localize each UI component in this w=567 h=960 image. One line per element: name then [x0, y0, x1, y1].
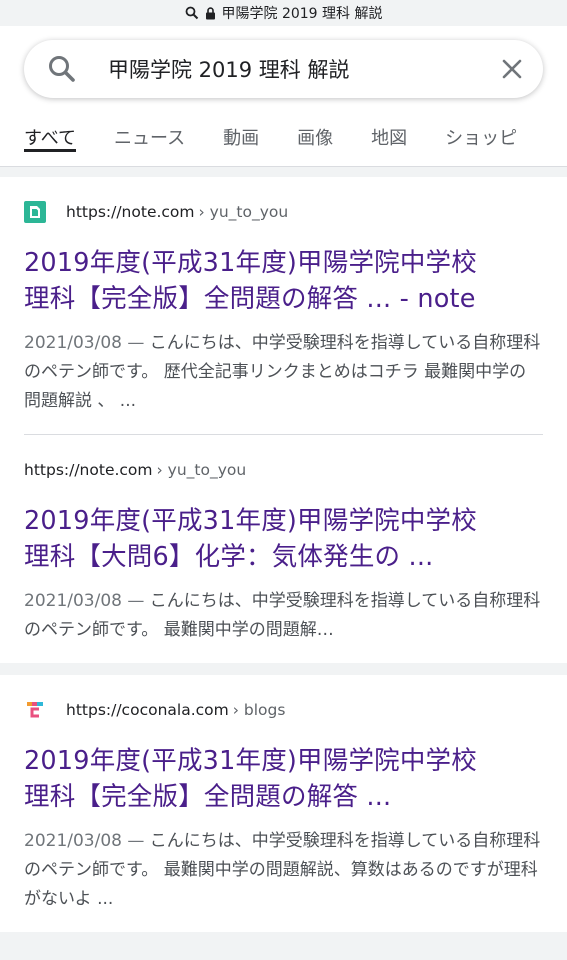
result-date: 2021/03/08 —	[24, 591, 145, 611]
result-domain: https://note.com	[24, 461, 153, 479]
result-title-line2[interactable]: 理科【完全版】全問題の解答 ... - note	[24, 281, 543, 317]
note-favicon-icon	[24, 201, 46, 223]
result-title-line2[interactable]: 理科【大問6】化学：気体発生の ...	[24, 539, 543, 575]
result-title-line1[interactable]: 2019年度(平成31年度)甲陽学院中学校	[24, 743, 543, 779]
tab-shopping[interactable]: ショッピ	[445, 108, 517, 166]
result-title[interactable]: 2019年度(平成31年度)甲陽学院中学校 理科【完全版】全問題の解答 ... …	[24, 245, 543, 317]
tab-all[interactable]: すべて	[24, 108, 77, 166]
address-bar-text: 甲陽学院 2019 理科 解説	[221, 6, 383, 22]
search-tabs: すべて ニュース 動画 画像 地図 ショッピ	[0, 108, 567, 166]
result-snippet: 2021/03/08 — こんにちは、中学受験理科を指導している自称理科のペテン…	[24, 329, 543, 416]
result-title-line1[interactable]: 2019年度(平成31年度)甲陽学院中学校	[24, 245, 543, 281]
search-icon	[185, 6, 198, 20]
result-path: › yu_to_you	[198, 203, 289, 221]
coconala-favicon-icon	[27, 702, 43, 718]
result-path: › yu_to_you	[156, 461, 247, 479]
result-date: 2021/03/08 —	[24, 333, 145, 353]
result-path: › blogs	[232, 701, 286, 719]
tab-maps[interactable]: 地図	[371, 108, 407, 166]
header-divider	[0, 166, 567, 177]
result-domain: https://coconala.com	[66, 701, 229, 719]
result-snippet: 2021/03/08 — こんにちは、中学受験理科を指導している自称理科のペテン…	[24, 587, 543, 645]
search-header: すべて ニュース 動画 画像 地図 ショッピ	[0, 26, 567, 166]
search-box[interactable]	[24, 40, 543, 98]
address-bar[interactable]: 甲陽学院 2019 理科 解説	[0, 0, 567, 26]
result-title[interactable]: 2019年度(平成31年度)甲陽学院中学校 理科【大問6】化学：気体発生の ..…	[24, 503, 543, 575]
result-site[interactable]: https://note.com › yu_to_you	[24, 199, 543, 225]
card-divider	[0, 663, 567, 675]
search-icon[interactable]	[46, 53, 78, 85]
search-result[interactable]: https://coconala.com › blogs 2019年度(平成31…	[24, 675, 543, 932]
result-title-line2[interactable]: 理科【完全版】全問題の解答 ...	[24, 779, 543, 815]
tab-news[interactable]: ニュース	[114, 108, 185, 166]
result-site[interactable]: https://note.com › yu_to_you	[24, 457, 543, 483]
tab-images[interactable]: 画像	[297, 108, 333, 166]
result-title[interactable]: 2019年度(平成31年度)甲陽学院中学校 理科【完全版】全問題の解答 ...	[24, 743, 543, 815]
search-result[interactable]: https://note.com › yu_to_you 2019年度(平成31…	[24, 177, 543, 434]
result-card-coconala: https://coconala.com › blogs 2019年度(平成31…	[0, 675, 567, 932]
lock-icon	[205, 6, 215, 19]
result-card-note: https://note.com › yu_to_you 2019年度(平成31…	[0, 177, 567, 663]
result-title-line1[interactable]: 2019年度(平成31年度)甲陽学院中学校	[24, 503, 543, 539]
close-icon[interactable]	[497, 54, 527, 84]
result-site[interactable]: https://coconala.com › blogs	[24, 697, 543, 723]
tab-videos[interactable]: 動画	[223, 108, 259, 166]
search-result[interactable]: https://note.com › yu_to_you 2019年度(平成31…	[24, 434, 543, 663]
result-date: 2021/03/08 —	[24, 831, 145, 851]
result-domain: https://note.com	[66, 203, 195, 221]
result-snippet: 2021/03/08 — こんにちは、中学受験理科を指導している自称理科のペテン…	[24, 827, 543, 914]
search-input[interactable]	[108, 57, 497, 81]
